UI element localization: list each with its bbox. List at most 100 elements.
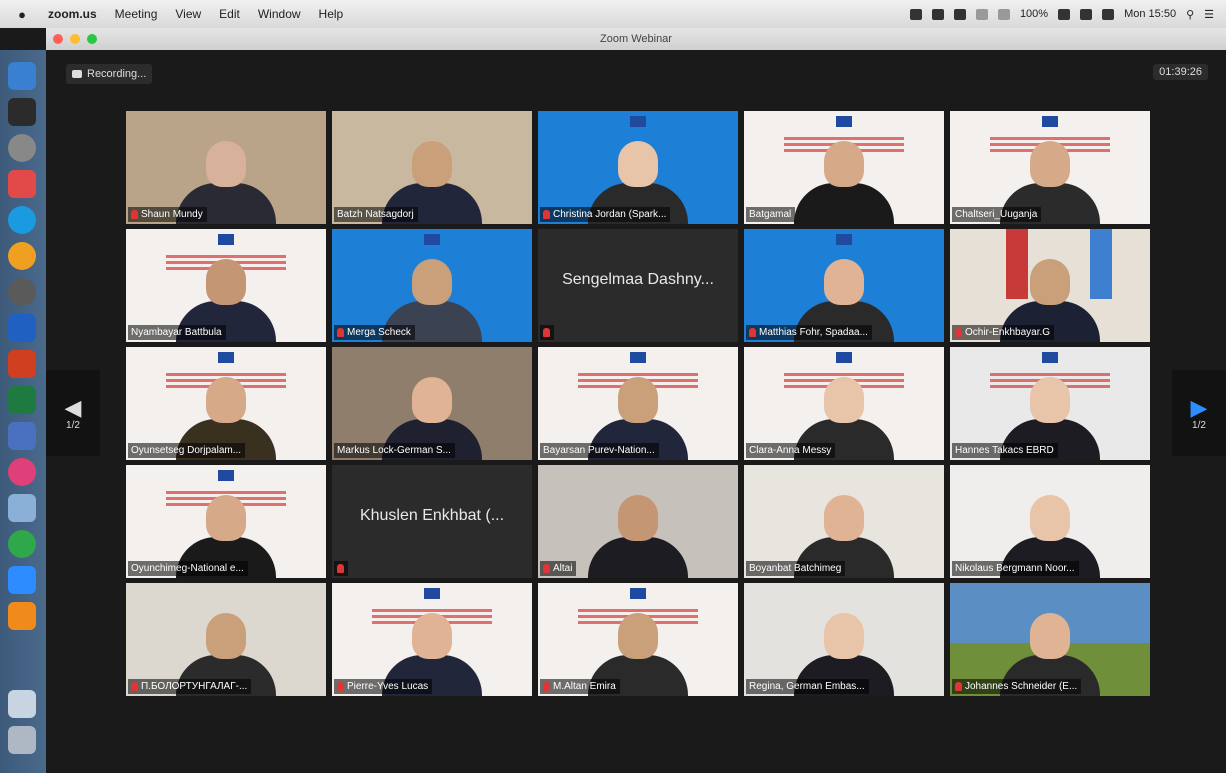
wifi-icon[interactable]	[975, 8, 988, 20]
participant-name-label: M.Altan Emira	[540, 679, 620, 694]
powerpoint-icon[interactable]	[8, 350, 36, 378]
person-head	[824, 377, 864, 423]
participant-name-label: Matthias Fohr, Spadaa...	[746, 325, 872, 340]
recording-indicator[interactable]: Recording...	[66, 64, 153, 84]
poster-logos	[126, 465, 326, 485]
window-titlebar: Zoom Webinar	[46, 28, 1226, 50]
participant-tile[interactable]: Altai	[538, 465, 738, 578]
participant-tile[interactable]: Nikolaus Bergmann Noor...	[950, 465, 1150, 578]
person-head	[412, 141, 452, 187]
poster-logos	[950, 347, 1150, 367]
participant-tile[interactable]: M.Altan Emira	[538, 583, 738, 696]
eu-flag-icon	[836, 115, 852, 127]
participant-name: Oyunsetseg Dorjpalam...	[131, 445, 242, 456]
status-app-icon[interactable]	[909, 8, 922, 20]
participant-tile[interactable]: Nyambayar Battbula	[126, 229, 326, 342]
chevron-left-icon: ◀	[64, 394, 82, 420]
participant-tile[interactable]: Khuslen Enkhbat (...	[332, 465, 532, 578]
poster-logos	[950, 111, 1150, 131]
poster-text-line	[990, 137, 1110, 140]
participant-tile[interactable]: Boyanbat Batchimeg	[744, 465, 944, 578]
participant-name-label: Christina Jordan (Spark...	[540, 207, 671, 222]
settings-icon[interactable]	[8, 278, 36, 306]
participant-tile[interactable]: Johannes Schneider (E...	[950, 583, 1150, 696]
participant-tile[interactable]: Oyunsetseg Dorjpalam...	[126, 347, 326, 460]
participant-tile[interactable]: Matthias Fohr, Spadaa...	[744, 229, 944, 342]
poster-text-line	[990, 373, 1110, 376]
excel-icon[interactable]	[8, 386, 36, 414]
person-head	[412, 377, 452, 423]
participant-name-label: Merga Scheck	[334, 325, 415, 340]
menubar-clock[interactable]: Mon 15:50	[1124, 8, 1176, 20]
launchpad-icon[interactable]	[8, 98, 36, 126]
participant-tile[interactable]: Chaltseri_Uuganja	[950, 111, 1150, 224]
menu-window[interactable]: Window	[258, 7, 301, 21]
person-head	[206, 495, 246, 541]
menu-help[interactable]: Help	[319, 7, 344, 21]
flag-icon[interactable]	[1102, 8, 1115, 20]
participant-tile[interactable]: Merga Scheck	[332, 229, 532, 342]
vlc-icon[interactable]	[8, 602, 36, 630]
eu-flag-icon	[836, 233, 852, 245]
menu-view[interactable]: View	[175, 7, 201, 21]
mic-muted-icon	[955, 328, 962, 337]
rocket-icon[interactable]	[8, 134, 36, 162]
participant-tile[interactable]: Markus Lock-German S...	[332, 347, 532, 460]
participant-name-label: Pierre-Yves Lucas	[334, 679, 433, 694]
calendar-icon[interactable]	[8, 170, 36, 198]
next-page-button[interactable]: ▶ 1/2	[1172, 370, 1226, 456]
word-icon[interactable]	[8, 314, 36, 342]
menu-meeting[interactable]: Meeting	[115, 7, 158, 21]
app-icon[interactable]	[8, 422, 36, 450]
notification-center-icon[interactable]: ☰	[1204, 8, 1214, 21]
participant-tile[interactable]: Batzh Natsagdorj	[332, 111, 532, 224]
participant-tile[interactable]: Christina Jordan (Spark...	[538, 111, 738, 224]
poster-text-line	[578, 609, 698, 612]
spotlight-search-icon[interactable]: ⚲	[1186, 8, 1194, 21]
battery-icon[interactable]	[1058, 8, 1071, 20]
participant-tile[interactable]: Regina, German Embas...	[744, 583, 944, 696]
trash-icon[interactable]	[8, 726, 36, 754]
person-head	[412, 613, 452, 659]
poster-logos	[744, 111, 944, 131]
participant-name-label: Oyunsetseg Dorjpalam...	[128, 443, 246, 458]
finder-icon[interactable]	[8, 62, 36, 90]
participant-tile[interactable]: Batgamal	[744, 111, 944, 224]
participant-name-label: Altai	[540, 561, 577, 576]
menubar-status-area: 100% Mon 15:50 ⚲ ☰	[909, 0, 1214, 28]
zoom-icon[interactable]	[8, 566, 36, 594]
previous-page-button[interactable]: ◀ 1/2	[46, 370, 100, 456]
chrome-icon[interactable]	[8, 530, 36, 558]
participant-tile[interactable]: Pierre-Yves Lucas	[332, 583, 532, 696]
participant-tile[interactable]: Bayarsan Purev-Nation...	[538, 347, 738, 460]
participant-tile[interactable]: Oyunchimeg-National e...	[126, 465, 326, 578]
status-app-icon[interactable]	[931, 8, 944, 20]
participant-name-label: Clara-Anna Messy	[746, 443, 836, 458]
participant-tile[interactable]: Hannes Takacs EBRD	[950, 347, 1150, 460]
documents-icon[interactable]	[8, 690, 36, 718]
participant-tile[interactable]: Sengelmaa Dashny...	[538, 229, 738, 342]
apple-menu-icon[interactable]: ●	[14, 7, 30, 22]
mic-muted-icon	[543, 210, 550, 219]
status-app-icon[interactable]	[953, 8, 966, 20]
participant-tile[interactable]: Clara-Anna Messy	[744, 347, 944, 460]
participant-name: Bayarsan Purev-Nation...	[543, 445, 655, 456]
menu-edit[interactable]: Edit	[219, 7, 240, 21]
participant-tile[interactable]: Ochir-Enkhbayar.G	[950, 229, 1150, 342]
photos-icon[interactable]	[8, 242, 36, 270]
menu-app-name[interactable]: zoom.us	[48, 7, 97, 21]
person-head	[1030, 141, 1070, 187]
participant-name: Batzh Natsagdorj	[337, 209, 414, 220]
mic-muted-icon	[131, 210, 138, 219]
battery-percent[interactable]: 100%	[1020, 8, 1048, 20]
safari-icon[interactable]	[8, 206, 36, 234]
preview-icon[interactable]	[8, 494, 36, 522]
participant-name: Chaltseri_Uuganja	[955, 209, 1038, 220]
volume-icon[interactable]	[1080, 8, 1093, 20]
participant-name: Matthias Fohr, Spadaa...	[759, 327, 868, 338]
music-icon[interactable]	[8, 458, 36, 486]
participant-tile[interactable]: Shaun Mundy	[126, 111, 326, 224]
participant-tile[interactable]: П.БОЛОРТУНГАЛАГ-...	[126, 583, 326, 696]
bluetooth-icon[interactable]	[997, 8, 1010, 20]
eu-flag-icon	[630, 115, 646, 127]
